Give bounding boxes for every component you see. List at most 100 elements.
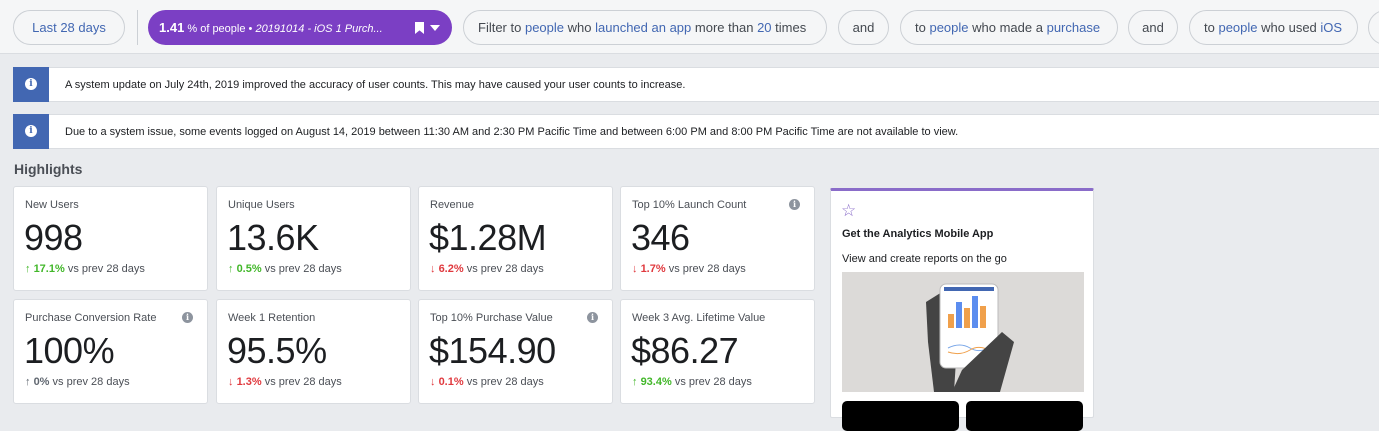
- metric-value: $86.27: [631, 330, 739, 371]
- delta-percent: 17.1%: [33, 263, 65, 275]
- segment-suffix: % of people •: [187, 23, 253, 35]
- info-icon[interactable]: i: [587, 312, 598, 323]
- delta-percent: 0%: [33, 376, 50, 388]
- rule-text: who used: [1261, 20, 1317, 35]
- rule-count-link[interactable]: 20: [757, 20, 771, 35]
- date-range-button[interactable]: Last 28 days: [13, 10, 125, 45]
- app-store-badge[interactable]: [842, 401, 959, 431]
- metric-card[interactable]: Week 3 Avg. Lifetime Value $86.27 ↑ 93.4% …: [620, 299, 815, 404]
- rule-text: to: [915, 20, 926, 35]
- info-icon[interactable]: i: [182, 312, 193, 323]
- phone-hand-illustration: [926, 283, 1014, 392]
- delta-compare: vs prev 28 days: [52, 376, 130, 388]
- notice-text: Due to a system issue, some events logge…: [65, 126, 959, 138]
- metric-label: Week 3 Avg. Lifetime Value: [632, 312, 766, 324]
- google-play-badge[interactable]: [966, 401, 1083, 431]
- delta-compare: vs prev 28 days: [668, 263, 746, 275]
- metric-label: Top 10% Launch Count: [632, 199, 747, 211]
- rule-text: who: [567, 20, 592, 35]
- metric-value: 95.5%: [227, 330, 327, 371]
- delta-percent: 1.3%: [236, 376, 262, 388]
- segment-name: 20191014 - iOS 1 Purch...: [255, 23, 383, 35]
- delta-percent: 93.4%: [640, 376, 672, 388]
- rule-value-link[interactable]: iOS: [1320, 20, 1342, 35]
- info-icon: i: [25, 125, 37, 137]
- filter-rule-launch[interactable]: Filter to people who launched an app mor…: [463, 10, 827, 45]
- filter-rule-purchase[interactable]: to people who made a purchase: [900, 10, 1118, 45]
- delta-percent: 1.7%: [640, 263, 666, 275]
- notice-banner: i Due to a system issue, some events log…: [13, 114, 1379, 149]
- rule-text: Filter to: [478, 20, 522, 35]
- rule-who-link[interactable]: people: [1218, 20, 1257, 35]
- delta-arrow-icon: ↑: [632, 376, 638, 388]
- delta-arrow-icon: ↓: [430, 263, 436, 275]
- rule-text: times: [775, 20, 807, 35]
- metric-value: 13.6K: [227, 217, 319, 258]
- metric-card[interactable]: Week 1 Retention 95.5% ↓ 1.3% vs prev 28 d…: [216, 299, 411, 404]
- segment-selector[interactable]: 1.41 % of people • 20191014 - iOS 1 Purc…: [148, 10, 452, 45]
- and-operator-1[interactable]: and: [838, 10, 889, 45]
- metric-card[interactable]: Top 10% Purchase Value i $154.90 ↓ 0.1% vs …: [418, 299, 613, 404]
- metric-value: 998: [24, 217, 83, 258]
- metric-card[interactable]: Revenue $1.28M ↓ 6.2% vs prev 28 days: [418, 186, 613, 291]
- delta-arrow-icon: ↓: [632, 263, 638, 275]
- delta-arrow-icon: ↑: [25, 263, 31, 275]
- metric-label: Revenue: [430, 199, 475, 211]
- chevron-down-icon[interactable]: [430, 25, 440, 31]
- metric-delta: ↑ 17.1% vs prev 28 days: [25, 263, 145, 275]
- metric-card[interactable]: Purchase Conversion Rate i 100% ↑ 0% vs pre…: [13, 299, 208, 404]
- rule-text: who made a: [972, 20, 1043, 35]
- delta-arrow-icon: ↑: [25, 376, 31, 388]
- delta-arrow-icon: ↓: [228, 376, 234, 388]
- rule-text: more than: [694, 20, 754, 35]
- and-operator-2[interactable]: and: [1128, 10, 1178, 45]
- info-icon: i: [25, 78, 37, 90]
- metric-card[interactable]: Top 10% Launch Count i 346 ↓ 1.7% vs prev 2…: [620, 186, 815, 291]
- metric-card[interactable]: New Users 998 ↑ 17.1% vs prev 28 days: [13, 186, 208, 291]
- delta-compare: vs prev 28 days: [674, 376, 752, 388]
- metric-delta: ↑ 0% vs prev 28 days: [25, 376, 130, 388]
- rule-text: to: [1204, 20, 1215, 35]
- delta-compare: vs prev 28 days: [466, 263, 544, 275]
- segment-percent: 1.41: [159, 20, 185, 35]
- promo-subtitle: View and create reports on the go: [842, 253, 1007, 265]
- metric-delta: ↓ 1.3% vs prev 28 days: [228, 376, 342, 388]
- promo-title: Get the Analytics Mobile App: [842, 228, 994, 240]
- metric-delta: ↑ 93.4% vs prev 28 days: [632, 376, 752, 388]
- mobile-app-promo: ☆ Get the Analytics Mobile App View and …: [830, 188, 1094, 431]
- add-filter-button[interactable]: [1368, 10, 1379, 45]
- metric-label: Purchase Conversion Rate: [25, 312, 157, 324]
- delta-compare: vs prev 28 days: [67, 263, 145, 275]
- notice-banner: i A system update on July 24th, 2019 imp…: [13, 67, 1379, 102]
- delta-compare: vs prev 28 days: [264, 263, 342, 275]
- delta-compare: vs prev 28 days: [264, 376, 342, 388]
- metric-value: $154.90: [429, 330, 556, 371]
- delta-percent: 0.5%: [236, 263, 262, 275]
- notice-text: A system update on July 24th, 2019 impro…: [65, 79, 686, 91]
- metric-value: $1.28M: [429, 217, 547, 258]
- metric-delta: ↑ 0.5% vs prev 28 days: [228, 263, 342, 275]
- filter-rule-platform[interactable]: to people who used iOS: [1189, 10, 1358, 45]
- delta-arrow-icon: ↓: [430, 376, 436, 388]
- metric-label: New Users: [25, 199, 79, 211]
- delta-arrow-icon: ↑: [228, 263, 234, 275]
- metric-delta: ↓ 1.7% vs prev 28 days: [632, 263, 746, 275]
- rule-who-link[interactable]: people: [525, 20, 564, 35]
- metric-label: Top 10% Purchase Value: [430, 312, 553, 324]
- metric-delta: ↓ 0.1% vs prev 28 days: [430, 376, 544, 388]
- rule-action-link[interactable]: launched an app: [595, 20, 691, 35]
- highlights-title: Highlights: [14, 161, 83, 177]
- phone-illustration: [842, 272, 1084, 392]
- metric-label: Unique Users: [228, 199, 295, 211]
- metric-label: Week 1 Retention: [228, 312, 316, 324]
- info-icon-box: i: [13, 67, 49, 102]
- rule-action-link[interactable]: purchase: [1047, 20, 1100, 35]
- bookmark-icon[interactable]: [415, 22, 424, 34]
- filter-bar: Last 28 days 1.41 % of people • 20191014…: [0, 0, 1379, 54]
- info-icon-box: i: [13, 114, 49, 149]
- info-icon[interactable]: i: [789, 199, 800, 210]
- rule-who-link[interactable]: people: [929, 20, 968, 35]
- delta-percent: 0.1%: [438, 376, 464, 388]
- star-icon[interactable]: ☆: [841, 202, 856, 219]
- metric-card[interactable]: Unique Users 13.6K ↑ 0.5% vs prev 28 days: [216, 186, 411, 291]
